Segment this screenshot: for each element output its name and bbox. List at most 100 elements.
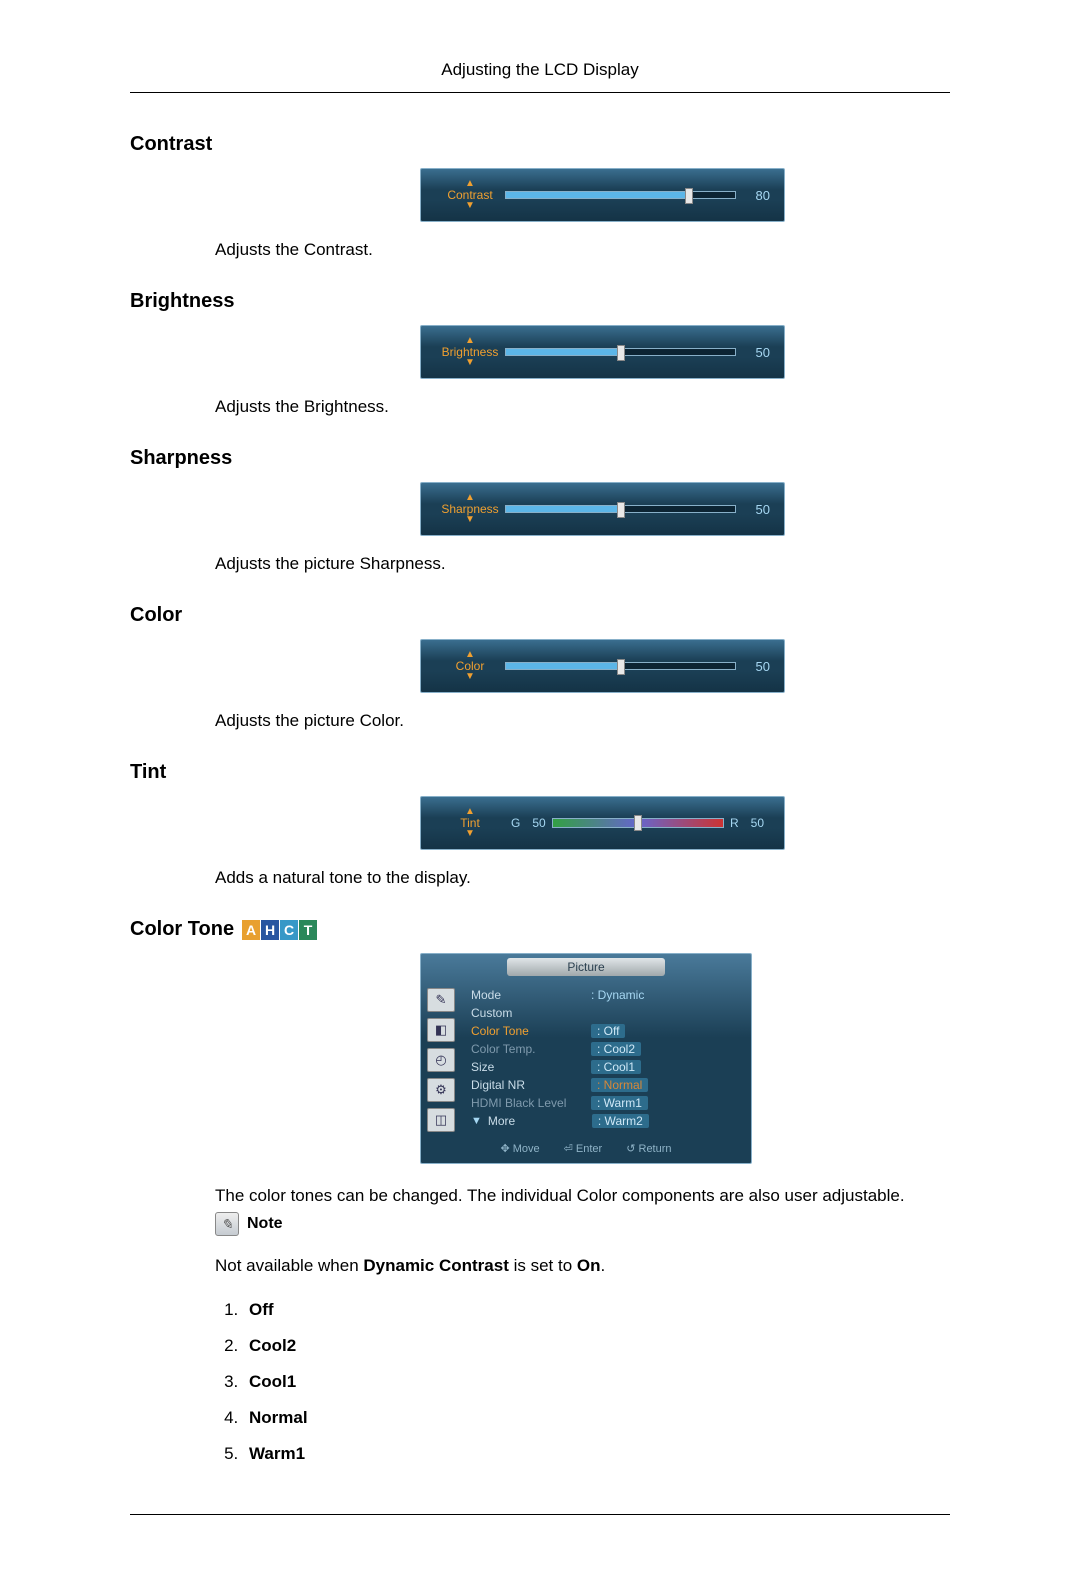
picture-icon[interactable]: ✎ bbox=[427, 988, 455, 1012]
menu-row-more[interactable]: ▼ More : Warm2 bbox=[471, 1114, 739, 1128]
list-item: Cool2 bbox=[243, 1336, 950, 1356]
menu-row-custom[interactable]: Custom bbox=[471, 1006, 739, 1020]
menu-item-label: More bbox=[488, 1114, 592, 1128]
tint-g-value: 50 bbox=[532, 816, 545, 830]
osd-value: 50 bbox=[736, 659, 770, 674]
menu-row-colortone[interactable]: Color Tone : Off bbox=[471, 1024, 739, 1038]
osd-fill bbox=[506, 663, 621, 669]
note-row: ✎ Note bbox=[215, 1212, 950, 1236]
section-heading-color: Color bbox=[130, 604, 950, 627]
menu-item-label: Color Temp. bbox=[471, 1042, 591, 1056]
osd-fill bbox=[506, 506, 621, 512]
menu-title-bar: Picture bbox=[421, 954, 751, 980]
arrow-down-icon: ▼ bbox=[465, 829, 475, 839]
osd-contrast: ▲ Contrast ▼ 80 bbox=[420, 168, 785, 222]
list-item: Warm1 bbox=[243, 1444, 950, 1464]
section-heading-sharpness: Sharpness bbox=[130, 447, 950, 470]
menu-items: Mode : Dynamic Custom Color Tone : Off C… bbox=[471, 988, 739, 1132]
osd-value: 80 bbox=[736, 188, 770, 203]
osd-track[interactable] bbox=[505, 191, 736, 199]
menu-item-label: Size bbox=[471, 1060, 591, 1074]
desc-color: Adjusts the picture Color. bbox=[215, 711, 950, 731]
menu-item-value: : Normal bbox=[591, 1078, 648, 1092]
list-item: Off bbox=[243, 1300, 950, 1320]
badge-t: T bbox=[299, 920, 317, 940]
menu-item-value: : Off bbox=[591, 1024, 625, 1038]
menu-item-label: Mode bbox=[471, 988, 591, 1002]
list-item: Normal bbox=[243, 1408, 950, 1428]
footer-move: ✥ Move bbox=[500, 1142, 539, 1155]
menu-item-value: : Cool2 bbox=[591, 1042, 641, 1056]
osd-label-col: ▲ Sharpness ▼ bbox=[435, 493, 505, 525]
badge-a: A bbox=[242, 920, 260, 940]
osd-label-col: ▲ Brightness ▼ bbox=[435, 336, 505, 368]
section-heading-tint: Tint bbox=[130, 761, 950, 784]
osd-sharpness: ▲ Sharpness ▼ 50 bbox=[420, 482, 785, 536]
menu-item-label: Custom bbox=[471, 1006, 591, 1020]
osd-track[interactable] bbox=[505, 505, 736, 513]
menu-row-size[interactable]: Size : Cool1 bbox=[471, 1060, 739, 1074]
arrow-down-icon: ▼ bbox=[465, 358, 475, 368]
section-heading-brightness: Brightness bbox=[130, 290, 950, 313]
section-heading-colortone: Color Tone A H C T bbox=[130, 918, 950, 941]
timer-icon[interactable]: ◴ bbox=[427, 1048, 455, 1072]
menu-item-value: : Warm2 bbox=[592, 1114, 649, 1128]
note-text: Not available when Dynamic Contrast is s… bbox=[215, 1256, 950, 1276]
note-text-pre: Not available when bbox=[215, 1256, 363, 1275]
osd-tint: ▲ Tint ▼ G 50 R 50 bbox=[420, 796, 785, 850]
menu-row-mode[interactable]: Mode : Dynamic bbox=[471, 988, 739, 1002]
menu-row-hdmi[interactable]: HDMI Black Level : Warm1 bbox=[471, 1096, 739, 1110]
desc-contrast: Adjusts the Contrast. bbox=[215, 240, 950, 260]
multi-icon[interactable]: ◫ bbox=[427, 1108, 455, 1132]
osd-track[interactable] bbox=[505, 662, 736, 670]
tint-r-value: 50 bbox=[751, 816, 764, 830]
menu-row-digitalnr[interactable]: Digital NR : Normal bbox=[471, 1078, 739, 1092]
note-text-post: . bbox=[601, 1256, 606, 1275]
osd-brightness: ▲ Brightness ▼ 50 bbox=[420, 325, 785, 379]
menu-row-colortemp[interactable]: Color Temp. : Cool2 bbox=[471, 1042, 739, 1056]
arrow-down-icon: ▼ bbox=[465, 672, 475, 682]
list-item: Cool1 bbox=[243, 1372, 950, 1392]
arrow-down-icon: ▼ bbox=[465, 515, 475, 525]
menu-footer: ✥ Move ⏎ Enter ↺ Return bbox=[421, 1136, 751, 1163]
osd-thumb[interactable] bbox=[617, 659, 625, 675]
menu-item-label: HDMI Black Level bbox=[471, 1096, 591, 1110]
osd-thumb[interactable] bbox=[617, 502, 625, 518]
desc-tint: Adds a natural tone to the display. bbox=[215, 868, 950, 888]
page-title: Adjusting the LCD Display bbox=[130, 60, 950, 93]
note-text-b1: Dynamic Contrast bbox=[363, 1256, 508, 1275]
footer-enter: ⏎ Enter bbox=[564, 1142, 603, 1155]
osd-thumb[interactable] bbox=[617, 345, 625, 361]
arrow-down-icon: ▼ bbox=[465, 201, 475, 211]
osd-thumb[interactable] bbox=[634, 815, 642, 831]
desc-sharpness: Adjusts the picture Sharpness. bbox=[215, 554, 950, 574]
note-icon: ✎ bbox=[215, 1212, 239, 1236]
osd-color: ▲ Color ▼ 50 bbox=[420, 639, 785, 693]
badge-h: H bbox=[261, 920, 279, 940]
note-label: Note bbox=[247, 1215, 283, 1233]
menu-item-label: Digital NR bbox=[471, 1078, 591, 1092]
section-heading-contrast: Contrast bbox=[130, 133, 950, 156]
osd-thumb[interactable] bbox=[685, 188, 693, 204]
menu-item-value: : Dynamic bbox=[591, 988, 644, 1002]
menu-title: Picture bbox=[507, 958, 664, 976]
menu-item-value: : Warm1 bbox=[591, 1096, 648, 1110]
osd-value: 50 bbox=[736, 502, 770, 517]
osd-fill bbox=[506, 349, 621, 355]
footer-return: ↺ Return bbox=[626, 1142, 671, 1155]
tint-r-label: R bbox=[730, 816, 739, 830]
note-text-b2: On bbox=[577, 1256, 601, 1275]
osd-track[interactable] bbox=[505, 348, 736, 356]
colortone-paragraph: The color tones can be changed. The indi… bbox=[215, 1186, 950, 1206]
osd-track[interactable] bbox=[552, 818, 724, 828]
osd-fill bbox=[506, 192, 689, 198]
colortone-options-list: Off Cool2 Cool1 Normal Warm1 bbox=[215, 1300, 950, 1464]
footer-rule bbox=[130, 1514, 950, 1515]
desc-brightness: Adjusts the Brightness. bbox=[215, 397, 950, 417]
badge-c: C bbox=[280, 920, 298, 940]
setup-icon[interactable]: ⚙ bbox=[427, 1078, 455, 1102]
sound-icon[interactable]: ◧ bbox=[427, 1018, 455, 1042]
osd-value: 50 bbox=[736, 345, 770, 360]
tint-g-label: G bbox=[511, 816, 520, 830]
mode-badges: A H C T bbox=[242, 920, 317, 940]
